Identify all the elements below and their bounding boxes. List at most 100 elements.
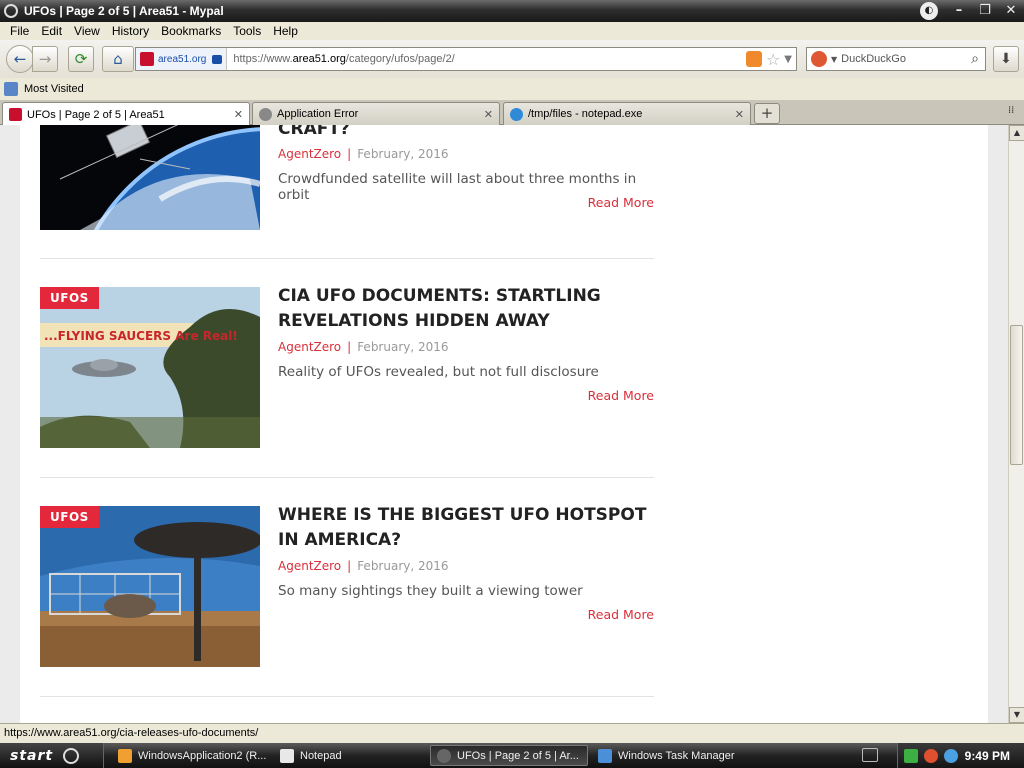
home-icon: ⌂ bbox=[113, 50, 123, 68]
url-path: /category/ufos/page/2/ bbox=[345, 53, 455, 65]
security-icon[interactable] bbox=[924, 748, 938, 763]
article-date: February, 2016 bbox=[357, 340, 449, 354]
taskbar-button-ufos[interactable]: UFOs | Page 2 of 5 | Ar... bbox=[430, 745, 588, 766]
article-author-link[interactable]: AgentZero bbox=[278, 559, 341, 573]
tab-label: Application Error bbox=[277, 108, 359, 120]
scroll-down-arrow-icon[interactable]: ▼ bbox=[1009, 707, 1024, 723]
search-bar[interactable]: ▼ DuckDuckGo ⌕ bbox=[806, 47, 986, 71]
tab-notepad-files[interactable]: /tmp/files - notepad.exe ✕ bbox=[503, 102, 751, 125]
tab-close-icon[interactable]: ✕ bbox=[484, 108, 493, 121]
article-author-link[interactable]: AgentZero bbox=[278, 147, 341, 161]
meta-separator: | bbox=[347, 340, 352, 354]
globe-icon bbox=[259, 107, 272, 121]
article-author-link[interactable]: AgentZero bbox=[278, 340, 341, 354]
tab-close-icon[interactable]: ✕ bbox=[735, 108, 744, 121]
article-excerpt: Reality of UFOs revealed, but not full d… bbox=[278, 364, 599, 380]
app-window-icon bbox=[118, 748, 132, 763]
article-divider bbox=[40, 696, 654, 697]
read-more-link[interactable]: Read More bbox=[588, 388, 654, 403]
browser-menu-icon[interactable]: ◐ bbox=[920, 2, 938, 20]
minimize-button[interactable]: – bbox=[946, 1, 972, 21]
menu-view[interactable]: View bbox=[68, 24, 106, 38]
reload-button[interactable]: ⟳ bbox=[68, 46, 94, 72]
category-badge[interactable]: UFOS bbox=[40, 506, 99, 528]
window-controls: ◐ – ❐ ✕ bbox=[920, 0, 1024, 22]
duckduckgo-icon[interactable] bbox=[811, 51, 827, 67]
plus-icon: + bbox=[760, 104, 774, 122]
article-thumbnail-flying-saucers[interactable]: ...FLYING SAUCERS Are Real! UFOS bbox=[40, 287, 260, 448]
rss-feed-icon[interactable] bbox=[745, 51, 762, 67]
window-title: UFOs | Page 2 of 5 | Area51 - Mypal bbox=[24, 4, 224, 18]
taskbar-button-label: Windows Task Manager bbox=[618, 749, 735, 762]
tab-strip: UFOs | Page 2 of 5 | Area51 ✕ Applicatio… bbox=[0, 100, 1024, 126]
read-more-link[interactable]: Read More bbox=[588, 607, 654, 622]
task-manager-icon bbox=[598, 748, 612, 763]
meta-separator: | bbox=[347, 559, 352, 573]
menu-history[interactable]: History bbox=[106, 24, 155, 38]
article-title[interactable]: CIA UFO DOCUMENTS: STARTLING REVELATIONS… bbox=[278, 284, 658, 334]
notepad-icon bbox=[280, 748, 294, 763]
page-content: CRAFT? AgentZero | February, 2016 Crowdfun… bbox=[20, 125, 988, 723]
taskbar-button-notepad[interactable]: Notepad bbox=[274, 745, 424, 766]
bookmarks-toolbar: Most Visited bbox=[0, 78, 1024, 100]
forward-button[interactable]: → bbox=[32, 46, 58, 72]
vertical-scrollbar[interactable]: ▲ ▼ bbox=[1008, 125, 1024, 723]
tab-ufos[interactable]: UFOs | Page 2 of 5 | Area51 ✕ bbox=[2, 102, 250, 126]
search-icon[interactable]: ⌕ bbox=[971, 51, 979, 67]
taskbar-button-label: WindowsApplication2 (R... bbox=[138, 749, 267, 762]
menu-edit[interactable]: Edit bbox=[35, 24, 68, 38]
back-arrow-icon: ← bbox=[13, 50, 27, 68]
volume-icon[interactable] bbox=[944, 748, 958, 763]
clock[interactable]: 9:49 PM bbox=[965, 749, 1010, 763]
url-history-dropdown-icon[interactable]: ▼ bbox=[784, 54, 792, 65]
tab-label: UFOs | Page 2 of 5 | Area51 bbox=[27, 108, 165, 121]
url-domain: area51.org bbox=[292, 53, 346, 65]
article-title[interactable]: WHERE IS THE BIGGEST UFO HOTSPOT IN AMER… bbox=[278, 503, 658, 553]
start-orb-icon bbox=[63, 747, 80, 764]
tab-close-icon[interactable]: ✕ bbox=[234, 108, 243, 121]
search-engine-dropdown-icon[interactable]: ▼ bbox=[831, 55, 837, 64]
article-divider bbox=[40, 258, 654, 259]
back-button[interactable]: ← bbox=[6, 45, 34, 73]
start-button[interactable]: start bbox=[0, 743, 104, 768]
downloads-button[interactable]: ⬇ bbox=[993, 46, 1019, 72]
taskbar-button-task-manager[interactable]: Windows Task Manager bbox=[592, 745, 762, 766]
site-identity-button[interactable]: area51.org bbox=[136, 48, 228, 70]
article-meta: AgentZero | February, 2016 bbox=[278, 559, 449, 573]
article-title[interactable]: CRAFT? bbox=[278, 125, 658, 142]
menu-tools[interactable]: Tools bbox=[227, 24, 267, 38]
status-link-url: https://www.area51.org/cia-releases-ufo-… bbox=[4, 727, 259, 739]
new-tab-button[interactable]: + bbox=[754, 103, 780, 124]
keyboard-icon[interactable] bbox=[862, 748, 878, 762]
article-date: February, 2016 bbox=[357, 147, 449, 161]
url-bar[interactable]: area51.org https://www.area51.org/catego… bbox=[135, 47, 797, 71]
menu-file[interactable]: File bbox=[4, 24, 35, 38]
scroll-up-arrow-icon[interactable]: ▲ bbox=[1009, 125, 1024, 141]
menu-help[interactable]: Help bbox=[267, 24, 304, 38]
network-icon[interactable] bbox=[904, 748, 918, 763]
taskbar: start WindowsApplication2 (R... Notepad … bbox=[0, 743, 1024, 768]
scrollbar-thumb[interactable] bbox=[1010, 325, 1023, 465]
tab-list-icon[interactable]: ⁞⁞ bbox=[1008, 105, 1014, 116]
article-thumbnail-satellite[interactable] bbox=[40, 125, 260, 230]
article-thumbnail-viewing-tower[interactable]: UFOS bbox=[40, 506, 260, 667]
image-caption-text: ...FLYING SAUCERS Are Real! bbox=[44, 329, 238, 343]
area51-favicon-icon bbox=[140, 52, 154, 66]
bookmark-star-icon[interactable]: ☆ bbox=[766, 50, 780, 69]
taskbar-button-windowsapplication2[interactable]: WindowsApplication2 (R... bbox=[112, 745, 272, 766]
search-input[interactable]: DuckDuckGo bbox=[841, 53, 971, 65]
article-date: February, 2016 bbox=[357, 559, 449, 573]
article-card: CRAFT? AgentZero | February, 2016 Crowdfun… bbox=[40, 125, 654, 259]
home-button[interactable]: ⌂ bbox=[102, 46, 134, 72]
url-input[interactable]: https://www.area51.org/category/ufos/pag… bbox=[227, 53, 746, 65]
category-badge[interactable]: UFOS bbox=[40, 287, 99, 309]
tab-application-error[interactable]: Application Error ✕ bbox=[252, 102, 500, 125]
menu-bookmarks[interactable]: Bookmarks bbox=[155, 24, 227, 38]
cloud-icon bbox=[510, 107, 523, 121]
close-button[interactable]: ✕ bbox=[998, 1, 1024, 21]
read-more-link[interactable]: Read More bbox=[588, 195, 654, 210]
article-divider bbox=[40, 477, 654, 478]
forward-arrow-icon: → bbox=[38, 50, 52, 68]
bookmark-most-visited[interactable]: Most Visited bbox=[24, 83, 84, 95]
restore-button[interactable]: ❐ bbox=[972, 1, 998, 21]
